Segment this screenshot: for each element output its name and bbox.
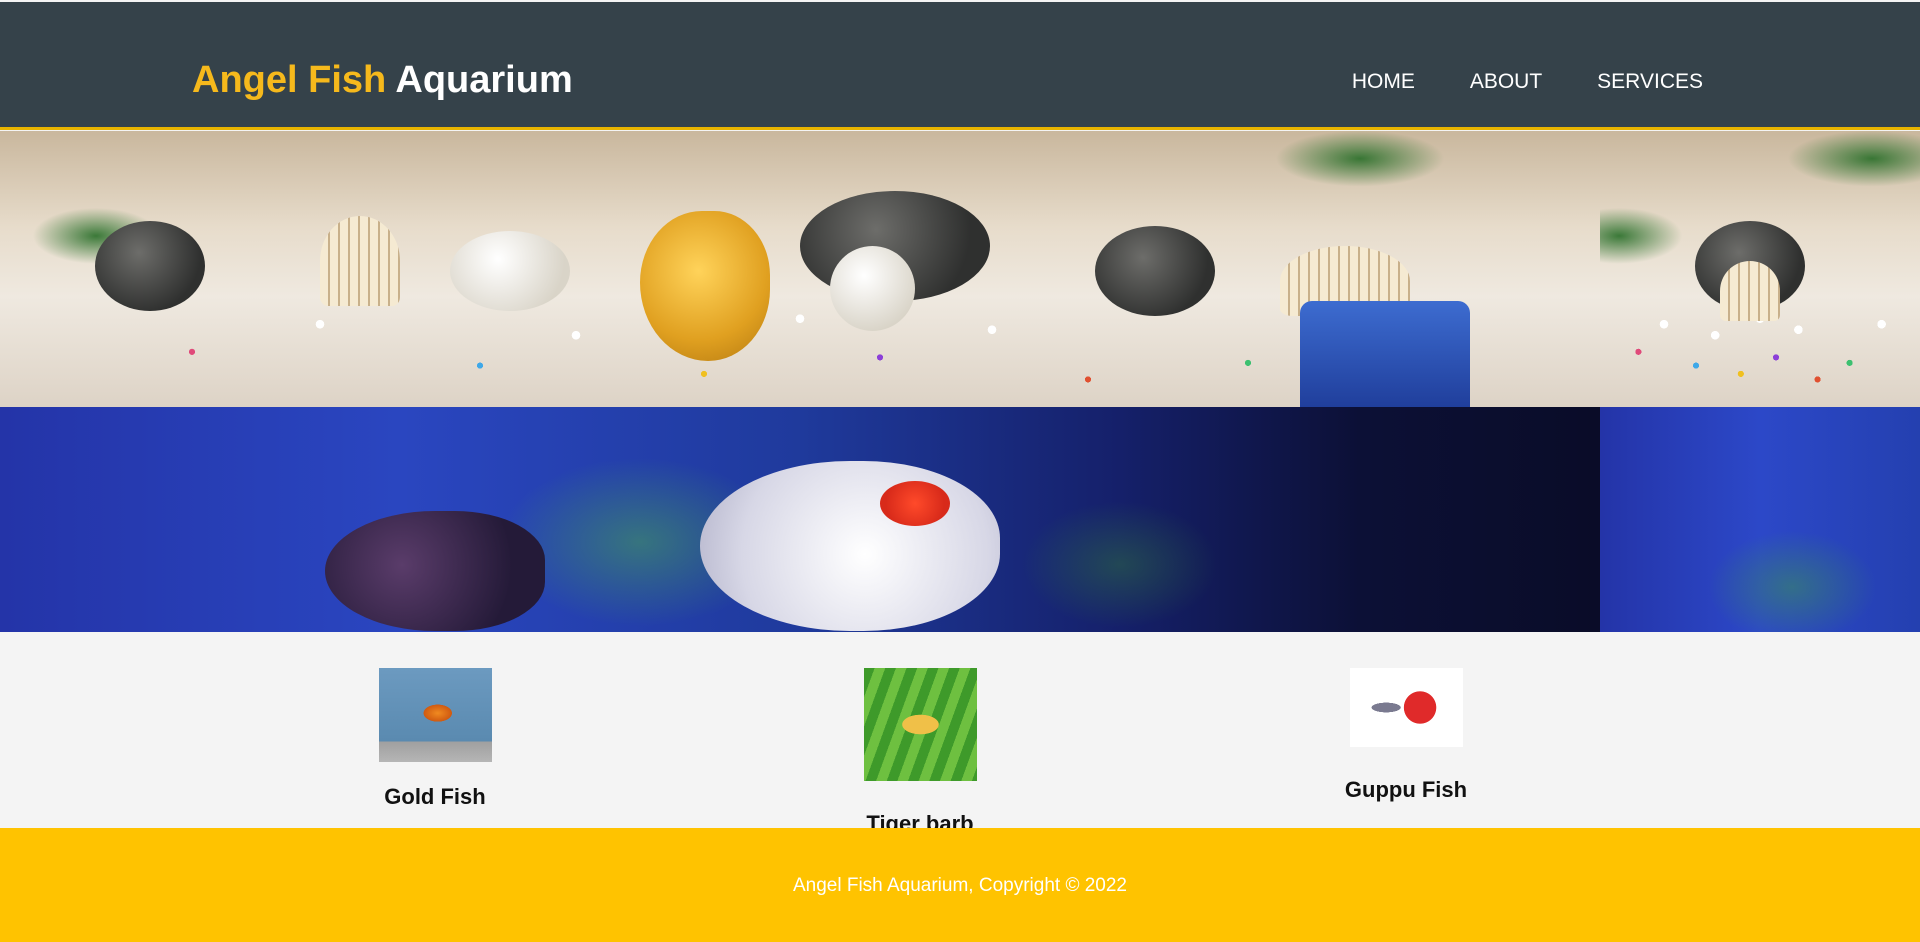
banner-tile-main xyxy=(0,131,1600,632)
banner-tile-repeat xyxy=(1600,131,1920,632)
stone-shape xyxy=(450,231,570,311)
nav-about-link[interactable]: ABOUT xyxy=(1470,70,1542,94)
site-header: Angel Fish Aquarium HOME ABOUT SERVICES xyxy=(0,2,1920,130)
water-scene xyxy=(1600,407,1920,632)
rock-shape xyxy=(1095,226,1215,316)
product-name: Guppu Fish xyxy=(1344,777,1468,802)
product-card: Tiger barb xyxy=(770,668,1070,828)
gold-fish-image[interactable] xyxy=(378,668,492,762)
product-name: Gold Fish xyxy=(384,784,486,809)
logo-rest-text: Aquarium xyxy=(395,59,573,101)
copyright-text: Angel Fish Aquarium, Copyright © 2022 xyxy=(792,875,1127,896)
castle-ornament xyxy=(1300,301,1470,411)
products-section: Gold Fish Tiger barb Guppu Fish xyxy=(0,632,1920,828)
angelfish-shape xyxy=(640,211,770,361)
goldfish-dark-shape xyxy=(325,511,545,631)
product-card: Guppu Fish xyxy=(1256,668,1556,803)
guppy-fish-image[interactable] xyxy=(1349,668,1463,747)
goldfish-red-patch xyxy=(880,481,950,526)
hero-banner-image xyxy=(0,131,1920,632)
tiger-barb-image[interactable] xyxy=(863,668,977,781)
site-footer: Angel Fish Aquarium, Copyright © 2022 xyxy=(0,828,1920,942)
product-name: Tiger barb xyxy=(866,811,974,828)
goldfish-white-shape xyxy=(700,461,1000,631)
stone-shape xyxy=(830,246,915,331)
nav-home-link[interactable]: HOME xyxy=(1352,70,1415,94)
logo-highlight-text: Angel Fish xyxy=(192,59,387,101)
shell-shape xyxy=(1720,261,1780,321)
shell-shape xyxy=(320,216,400,306)
nav-services-link[interactable]: SERVICES xyxy=(1597,70,1703,94)
rock-shape xyxy=(95,221,205,311)
site-logo[interactable]: Angel Fish Aquarium xyxy=(192,58,573,102)
product-card: Gold Fish xyxy=(285,668,585,810)
main-nav: HOME ABOUT SERVICES xyxy=(1297,70,1703,94)
